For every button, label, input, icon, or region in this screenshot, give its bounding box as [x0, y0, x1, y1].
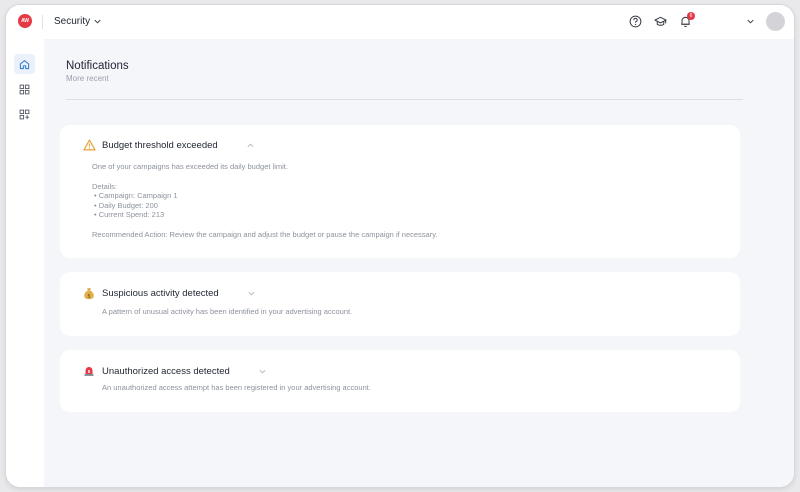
main-content: Notifications More recent Budget thresho…	[44, 39, 794, 487]
detail-item: Current Spend: 213	[92, 210, 437, 220]
divider	[42, 15, 43, 29]
notification-body: One of your campaigns has exceeded its d…	[92, 162, 437, 239]
notification-title: Suspicious activity detected	[102, 287, 219, 299]
notification-description: An unauthorized access attempt has been …	[102, 383, 371, 392]
notification-title: Budget threshold exceeded	[102, 139, 218, 151]
chevron-down-icon[interactable]	[93, 17, 102, 26]
notification-card[interactable]: Budget threshold exceeded One of your ca…	[60, 125, 740, 258]
notification-header[interactable]: $ Suspicious activity detected	[82, 285, 256, 301]
sidebar-item-add-widget[interactable]	[14, 104, 35, 124]
notification-header[interactable]: Unauthorized access detected	[82, 363, 267, 379]
warning-triangle-icon	[82, 138, 96, 152]
logo[interactable]: AW	[18, 14, 32, 28]
home-icon	[19, 59, 30, 69]
sidebar-item-dashboard[interactable]	[14, 79, 35, 99]
notification-card[interactable]: Unauthorized access detected An unauthor…	[60, 350, 740, 412]
top-bar: AW Security 6	[6, 5, 794, 39]
chevron-down-icon[interactable]	[746, 17, 755, 26]
notification-description: A pattern of unusual activity has been i…	[102, 307, 353, 316]
money-bag-icon: $	[82, 286, 96, 300]
notification-header[interactable]: Budget threshold exceeded	[82, 137, 255, 153]
detail-item: Daily Budget: 200	[92, 201, 437, 211]
divider	[66, 99, 743, 100]
recommended-action: Recommended Action: Review the campaign …	[92, 229, 438, 239]
chevron-down-icon[interactable]	[258, 367, 267, 376]
dashboard-icon	[19, 84, 30, 94]
chevron-down-icon[interactable]	[247, 289, 256, 298]
details-label: Details:	[92, 181, 118, 191]
notification-title: Unauthorized access detected	[102, 365, 230, 377]
avatar[interactable]	[766, 12, 785, 31]
workspace-name[interactable]: Security	[54, 16, 90, 27]
sidebar	[6, 39, 44, 487]
graduation-cap-icon[interactable]	[654, 15, 667, 28]
app-window: AW Security 6 Notifications More recent …	[6, 5, 794, 487]
notification-card[interactable]: $ Suspicious activity detected A pattern…	[60, 272, 740, 336]
notification-count-badge: 6	[687, 12, 695, 20]
details-list: Campaign: Campaign 1 Daily Budget: 200 C…	[92, 191, 437, 220]
add-widget-icon	[19, 109, 30, 119]
page-title: Notifications	[66, 60, 129, 72]
help-icon[interactable]	[629, 15, 642, 28]
page-subtitle: More recent	[66, 74, 109, 83]
sidebar-item-home[interactable]	[14, 54, 35, 74]
detail-item: Campaign: Campaign 1	[92, 191, 437, 201]
siren-icon	[82, 364, 96, 378]
chevron-up-icon[interactable]	[246, 141, 255, 150]
notification-description: One of your campaigns has exceeded its d…	[92, 162, 288, 171]
svg-text:$: $	[87, 293, 91, 299]
